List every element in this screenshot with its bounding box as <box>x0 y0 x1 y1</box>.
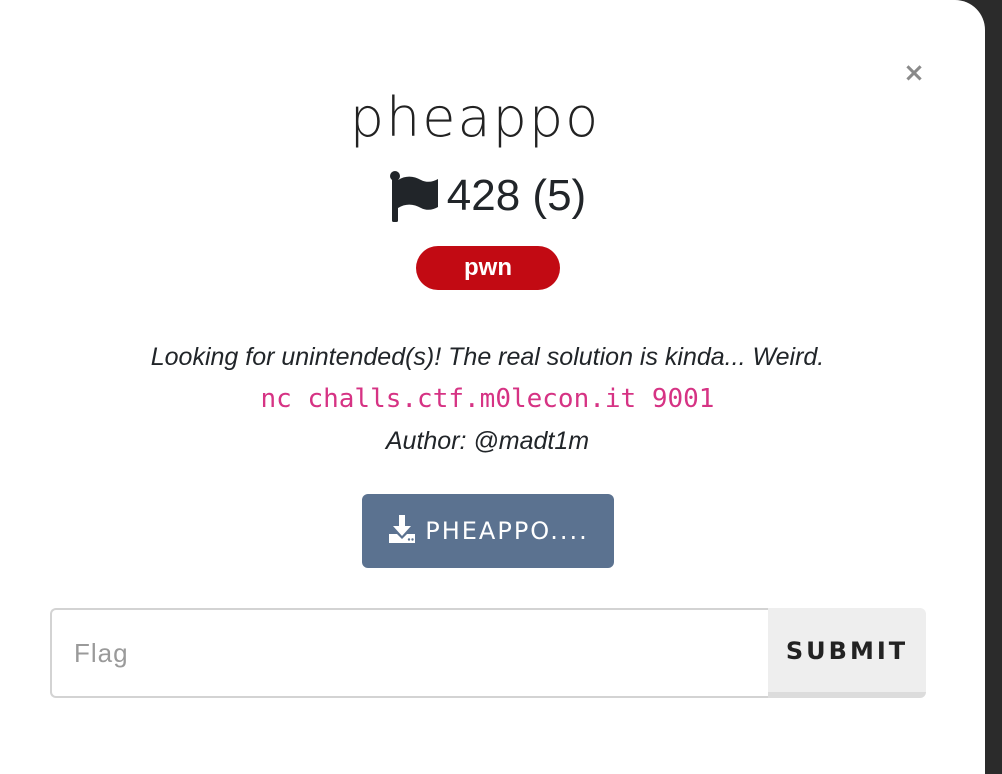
category-badge: pwn <box>416 246 560 290</box>
download-label: PHEAPPO.... <box>425 517 589 545</box>
challenge-score: 428 (5) <box>0 166 975 226</box>
challenge-description: Looking for unintended(s)! The real solu… <box>150 343 825 371</box>
submit-button[interactable]: SUBMIT <box>768 608 926 698</box>
score-value: 428 (5) <box>446 171 587 220</box>
flag-submit-form: SUBMIT <box>50 608 926 698</box>
flag-icon <box>389 170 439 222</box>
connection-command: nc challs.ctf.m0lecon.it 9001 <box>260 384 715 414</box>
challenge-title: pheappo <box>349 86 601 149</box>
flag-input[interactable] <box>50 608 768 698</box>
download-file-button[interactable]: PHEAPPO.... <box>362 494 614 568</box>
challenge-modal: × pheappo 428 (5) pwn Looking for uninte… <box>0 0 985 774</box>
download-icon <box>387 499 417 543</box>
challenge-author: Author: @madt1m <box>385 427 590 455</box>
